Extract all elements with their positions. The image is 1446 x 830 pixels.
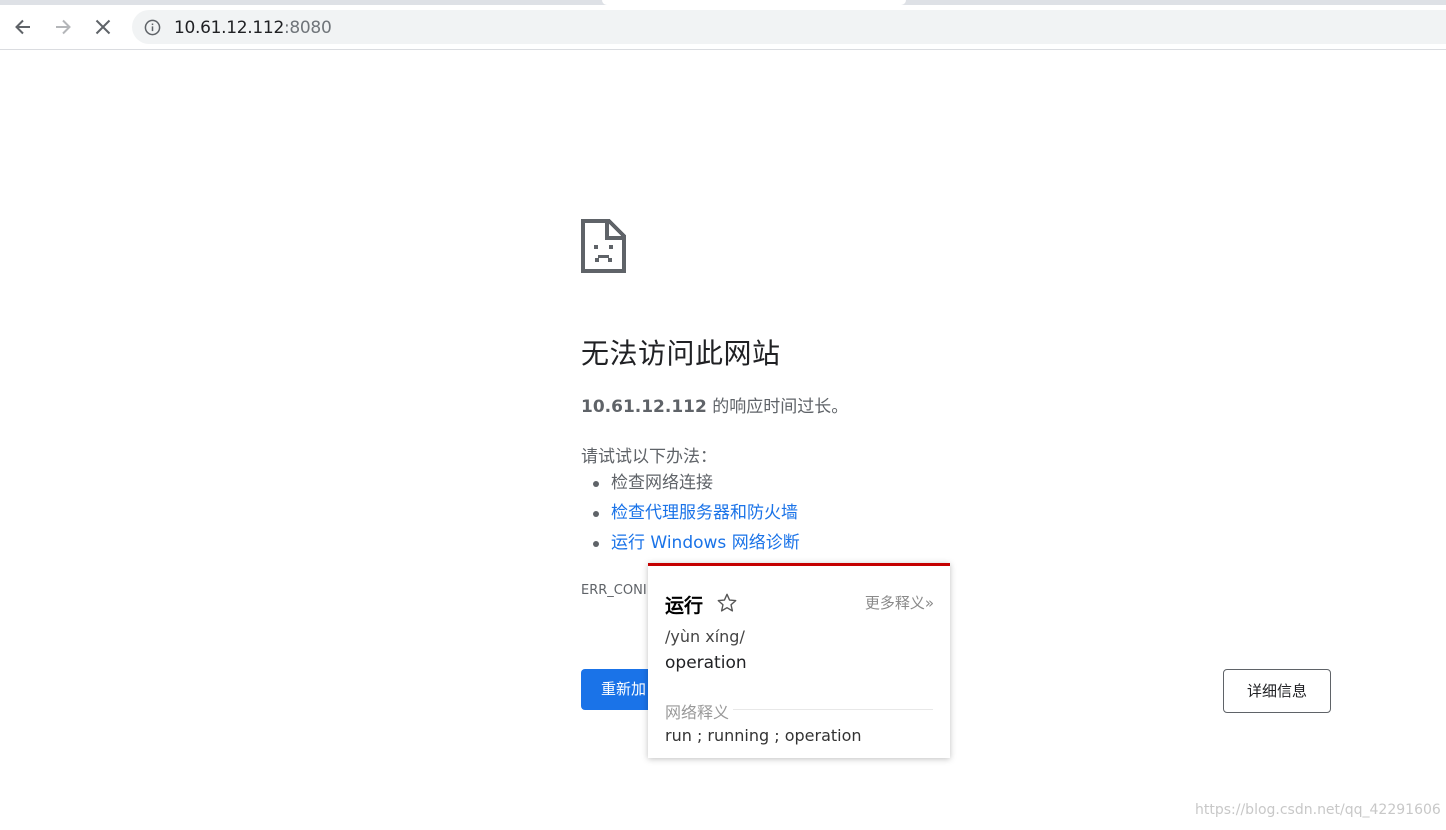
url-text[interactable]: 10.61.12.112:8080 — [174, 18, 332, 38]
dictionary-phonetic: /yùn xíng/ — [665, 627, 745, 646]
run-diagnostics-link[interactable]: 运行 Windows 网络诊断 — [611, 533, 800, 553]
more-definitions-link[interactable]: 更多释义» — [865, 592, 934, 613]
close-icon — [95, 19, 111, 35]
error-description: 10.61.12.112 的响应时间过长。 — [581, 392, 848, 417]
forward-button[interactable] — [45, 9, 81, 45]
dictionary-meaning: operation — [665, 653, 747, 673]
sad-page-icon — [581, 219, 626, 273]
check-proxy-link[interactable]: 检查代理服务器和防火墙 — [611, 503, 798, 523]
try-label: 请试试以下办法： — [581, 447, 717, 467]
error-description-text: 的响应时间过长。 — [706, 397, 849, 417]
error-title: 无法访问此网站 — [581, 337, 781, 370]
suggestion-check-proxy: 检查代理服务器和防火墙 — [593, 500, 800, 530]
error-host: 10.61.12.112 — [581, 397, 707, 417]
address-bar[interactable]: 10.61.12.112:8080 — [132, 10, 1446, 44]
web-definitions-label: 网络释义 — [665, 699, 734, 723]
info-icon[interactable] — [144, 19, 161, 36]
url-host: 10.61.12.112 — [174, 18, 284, 38]
star-icon[interactable] — [716, 592, 738, 614]
dictionary-popup: 运行 更多释义» /yùn xíng/ operation 网络释义 run ;… — [648, 563, 950, 758]
dictionary-word: 运行 — [665, 595, 704, 617]
url-port: :8080 — [283, 18, 332, 38]
arrow-right-icon — [56, 19, 71, 35]
error-code: ERR_CONI — [581, 583, 647, 598]
stop-loading-button[interactable] — [85, 9, 121, 45]
watermark: https://blog.csdn.net/qq_42291606 — [1195, 802, 1441, 818]
browser-toolbar: 10.61.12.112:8080 — [0, 5, 1446, 50]
suggestion-check-network: 检查网络连接 — [593, 470, 800, 500]
arrow-left-icon — [15, 19, 30, 35]
back-button[interactable] — [5, 9, 41, 45]
web-definitions: run ; running ; operation — [665, 726, 862, 745]
suggestion-run-diagnostics: 运行 Windows 网络诊断 — [593, 530, 800, 560]
suggestion-label: 检查网络连接 — [611, 473, 713, 493]
suggestion-list: 检查网络连接 检查代理服务器和防火墙 运行 Windows 网络诊断 — [593, 470, 800, 560]
details-button[interactable]: 详细信息 — [1223, 669, 1331, 713]
